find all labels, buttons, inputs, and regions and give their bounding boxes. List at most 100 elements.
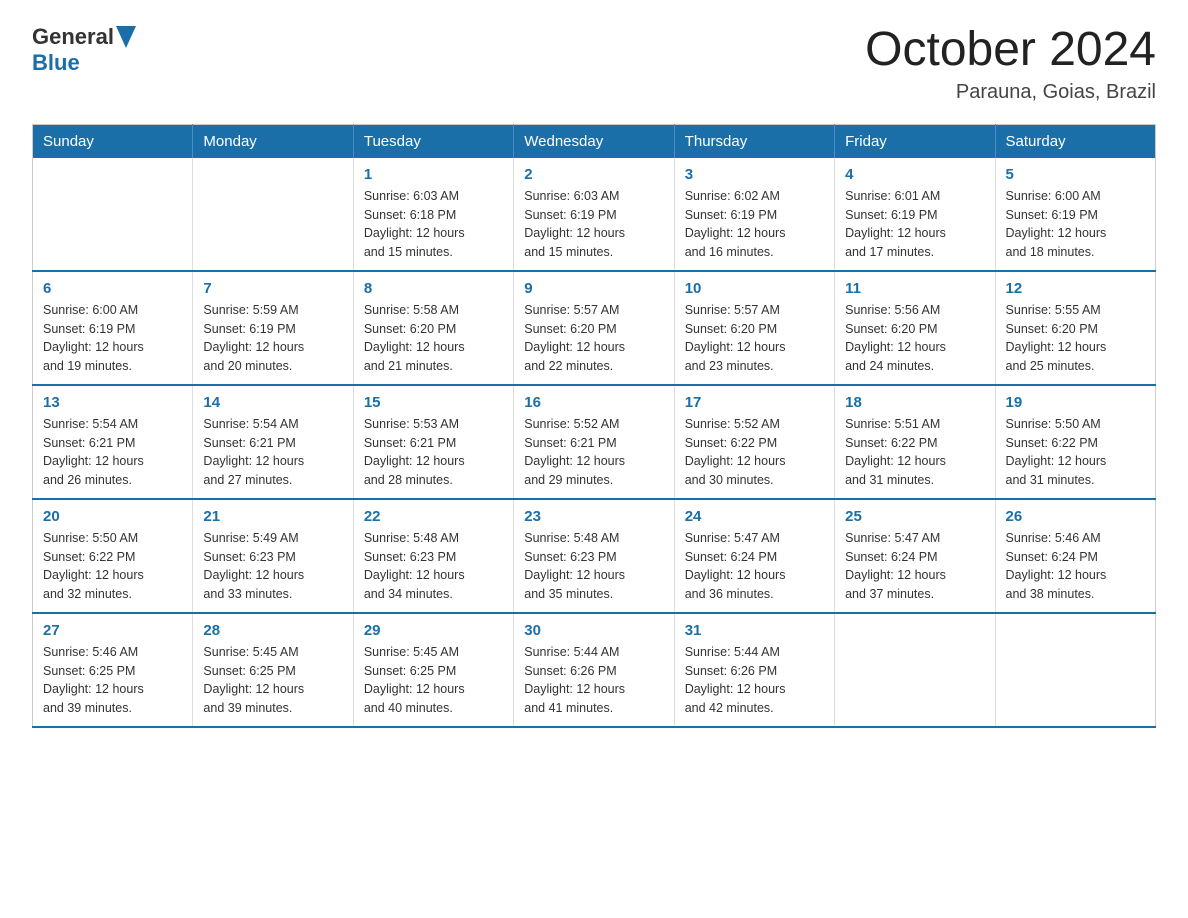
day-info: Sunrise: 5:48 AMSunset: 6:23 PMDaylight:…: [524, 529, 663, 604]
col-thursday: Thursday: [674, 124, 834, 158]
day-info: Sunrise: 5:51 AMSunset: 6:22 PMDaylight:…: [845, 415, 984, 490]
table-row: 5 Sunrise: 6:00 AMSunset: 6:19 PMDaylight…: [995, 158, 1155, 271]
day-info: Sunrise: 5:53 AMSunset: 6:21 PMDaylight:…: [364, 415, 503, 490]
day-info: Sunrise: 5:55 AMSunset: 6:20 PMDaylight:…: [1006, 301, 1145, 376]
day-info: Sunrise: 5:54 AMSunset: 6:21 PMDaylight:…: [203, 415, 342, 490]
day-number: 8: [364, 280, 503, 297]
col-tuesday: Tuesday: [353, 124, 513, 158]
day-number: 7: [203, 280, 342, 297]
table-row: 11 Sunrise: 5:56 AMSunset: 6:20 PMDayligh…: [835, 271, 995, 385]
table-row: 24 Sunrise: 5:47 AMSunset: 6:24 PMDayligh…: [674, 499, 834, 613]
table-row: 9 Sunrise: 5:57 AMSunset: 6:20 PMDaylight…: [514, 271, 674, 385]
day-number: 23: [524, 508, 663, 525]
table-row: 30 Sunrise: 5:44 AMSunset: 6:26 PMDayligh…: [514, 613, 674, 727]
day-number: 20: [43, 508, 182, 525]
day-info: Sunrise: 5:57 AMSunset: 6:20 PMDaylight:…: [685, 301, 824, 376]
calendar-week-row: 27 Sunrise: 5:46 AMSunset: 6:25 PMDayligh…: [33, 613, 1156, 727]
day-info: Sunrise: 5:52 AMSunset: 6:21 PMDaylight:…: [524, 415, 663, 490]
day-number: 27: [43, 622, 182, 639]
day-info: Sunrise: 6:00 AMSunset: 6:19 PMDaylight:…: [43, 301, 182, 376]
table-row: 23 Sunrise: 5:48 AMSunset: 6:23 PMDayligh…: [514, 499, 674, 613]
logo: General Blue: [32, 24, 136, 76]
day-number: 18: [845, 394, 984, 411]
table-row: 12 Sunrise: 5:55 AMSunset: 6:20 PMDayligh…: [995, 271, 1155, 385]
calendar-table: Sunday Monday Tuesday Wednesday Thursday…: [32, 124, 1156, 728]
day-number: 10: [685, 280, 824, 297]
table-row: 27 Sunrise: 5:46 AMSunset: 6:25 PMDayligh…: [33, 613, 193, 727]
table-row: 28Sunrise: 5:45 AMSunset: 6:25 PMDayligh…: [193, 613, 353, 727]
day-number: 9: [524, 280, 663, 297]
day-info: Sunrise: 5:58 AMSunset: 6:20 PMDaylight:…: [364, 301, 503, 376]
day-number: 12: [1006, 280, 1145, 297]
logo-blue: Blue: [32, 50, 80, 75]
day-info: Sunrise: 5:57 AMSunset: 6:20 PMDaylight:…: [524, 301, 663, 376]
table-row: 2 Sunrise: 6:03 AMSunset: 6:19 PMDaylight…: [514, 158, 674, 271]
day-number: 16: [524, 394, 663, 411]
calendar-title: October 2024: [865, 24, 1156, 77]
col-monday: Monday: [193, 124, 353, 158]
table-row: 13Sunrise: 5:54 AMSunset: 6:21 PMDayligh…: [33, 385, 193, 499]
day-info: Sunrise: 5:52 AMSunset: 6:22 PMDaylight:…: [685, 415, 824, 490]
calendar-week-row: 13Sunrise: 5:54 AMSunset: 6:21 PMDayligh…: [33, 385, 1156, 499]
table-row: [835, 613, 995, 727]
table-row: 15 Sunrise: 5:53 AMSunset: 6:21 PMDayligh…: [353, 385, 513, 499]
day-info: Sunrise: 5:46 AMSunset: 6:25 PMDaylight:…: [43, 643, 182, 718]
day-number: 17: [685, 394, 824, 411]
day-info: Sunrise: 5:44 AMSunset: 6:26 PMDaylight:…: [524, 643, 663, 718]
table-row: 6 Sunrise: 6:00 AMSunset: 6:19 PMDaylight…: [33, 271, 193, 385]
table-row: 17 Sunrise: 5:52 AMSunset: 6:22 PMDayligh…: [674, 385, 834, 499]
day-info: Sunrise: 5:59 AMSunset: 6:19 PMDaylight:…: [203, 301, 342, 376]
day-number: 1: [364, 166, 503, 183]
day-info: Sunrise: 5:45 AMSunset: 6:25 PMDaylight:…: [364, 643, 503, 718]
day-info: Sunrise: 6:02 AMSunset: 6:19 PMDaylight:…: [685, 187, 824, 262]
day-info: Sunrise: 5:50 AMSunset: 6:22 PMDaylight:…: [1006, 415, 1145, 490]
table-row: 31Sunrise: 5:44 AMSunset: 6:26 PMDayligh…: [674, 613, 834, 727]
day-number: 22: [364, 508, 503, 525]
day-info: Sunrise: 5:47 AMSunset: 6:24 PMDaylight:…: [845, 529, 984, 604]
logo-triangle-icon: [116, 26, 136, 48]
day-info: Sunrise: 6:00 AMSunset: 6:19 PMDaylight:…: [1006, 187, 1145, 262]
table-row: 26 Sunrise: 5:46 AMSunset: 6:24 PMDayligh…: [995, 499, 1155, 613]
table-row: 1Sunrise: 6:03 AMSunset: 6:18 PMDaylight…: [353, 158, 513, 271]
day-info: Sunrise: 5:49 AMSunset: 6:23 PMDaylight:…: [203, 529, 342, 604]
calendar-week-row: 20 Sunrise: 5:50 AMSunset: 6:22 PMDayligh…: [33, 499, 1156, 613]
day-info: Sunrise: 5:47 AMSunset: 6:24 PMDaylight:…: [685, 529, 824, 604]
title-block: October 2024 Parauna, Goias, Brazil: [865, 24, 1156, 104]
table-row: 19Sunrise: 5:50 AMSunset: 6:22 PMDayligh…: [995, 385, 1155, 499]
day-number: 29: [364, 622, 503, 639]
table-row: 29 Sunrise: 5:45 AMSunset: 6:25 PMDayligh…: [353, 613, 513, 727]
day-number: 24: [685, 508, 824, 525]
col-saturday: Saturday: [995, 124, 1155, 158]
table-row: 22 Sunrise: 5:48 AMSunset: 6:23 PMDayligh…: [353, 499, 513, 613]
day-number: 4: [845, 166, 984, 183]
table-row: 8 Sunrise: 5:58 AMSunset: 6:20 PMDaylight…: [353, 271, 513, 385]
col-sunday: Sunday: [33, 124, 193, 158]
table-row: 20 Sunrise: 5:50 AMSunset: 6:22 PMDayligh…: [33, 499, 193, 613]
day-number: 30: [524, 622, 663, 639]
calendar-subtitle: Parauna, Goias, Brazil: [865, 81, 1156, 104]
day-number: 6: [43, 280, 182, 297]
day-info: Sunrise: 5:50 AMSunset: 6:22 PMDaylight:…: [43, 529, 182, 604]
day-info: Sunrise: 5:54 AMSunset: 6:21 PMDaylight:…: [43, 415, 182, 490]
day-info: Sunrise: 6:03 AMSunset: 6:19 PMDaylight:…: [524, 187, 663, 262]
day-number: 2: [524, 166, 663, 183]
table-row: [995, 613, 1155, 727]
calendar-week-row: 6 Sunrise: 6:00 AMSunset: 6:19 PMDaylight…: [33, 271, 1156, 385]
table-row: 10 Sunrise: 5:57 AMSunset: 6:20 PMDayligh…: [674, 271, 834, 385]
table-row: 16 Sunrise: 5:52 AMSunset: 6:21 PMDayligh…: [514, 385, 674, 499]
table-row: 7 Sunrise: 5:59 AMSunset: 6:19 PMDaylight…: [193, 271, 353, 385]
day-info: Sunrise: 5:56 AMSunset: 6:20 PMDaylight:…: [845, 301, 984, 376]
day-info: Sunrise: 5:46 AMSunset: 6:24 PMDaylight:…: [1006, 529, 1145, 604]
day-number: 25: [845, 508, 984, 525]
day-number: 26: [1006, 508, 1145, 525]
day-info: Sunrise: 5:45 AMSunset: 6:25 PMDaylight:…: [203, 643, 342, 718]
table-row: 25 Sunrise: 5:47 AMSunset: 6:24 PMDayligh…: [835, 499, 995, 613]
day-number: 5: [1006, 166, 1145, 183]
day-number: 11: [845, 280, 984, 297]
day-number: 15: [364, 394, 503, 411]
page-header: General Blue October 2024 Parauna, Goias…: [32, 24, 1156, 104]
table-row: [193, 158, 353, 271]
day-info: Sunrise: 5:48 AMSunset: 6:23 PMDaylight:…: [364, 529, 503, 604]
day-number: 3: [685, 166, 824, 183]
table-row: 3 Sunrise: 6:02 AMSunset: 6:19 PMDaylight…: [674, 158, 834, 271]
